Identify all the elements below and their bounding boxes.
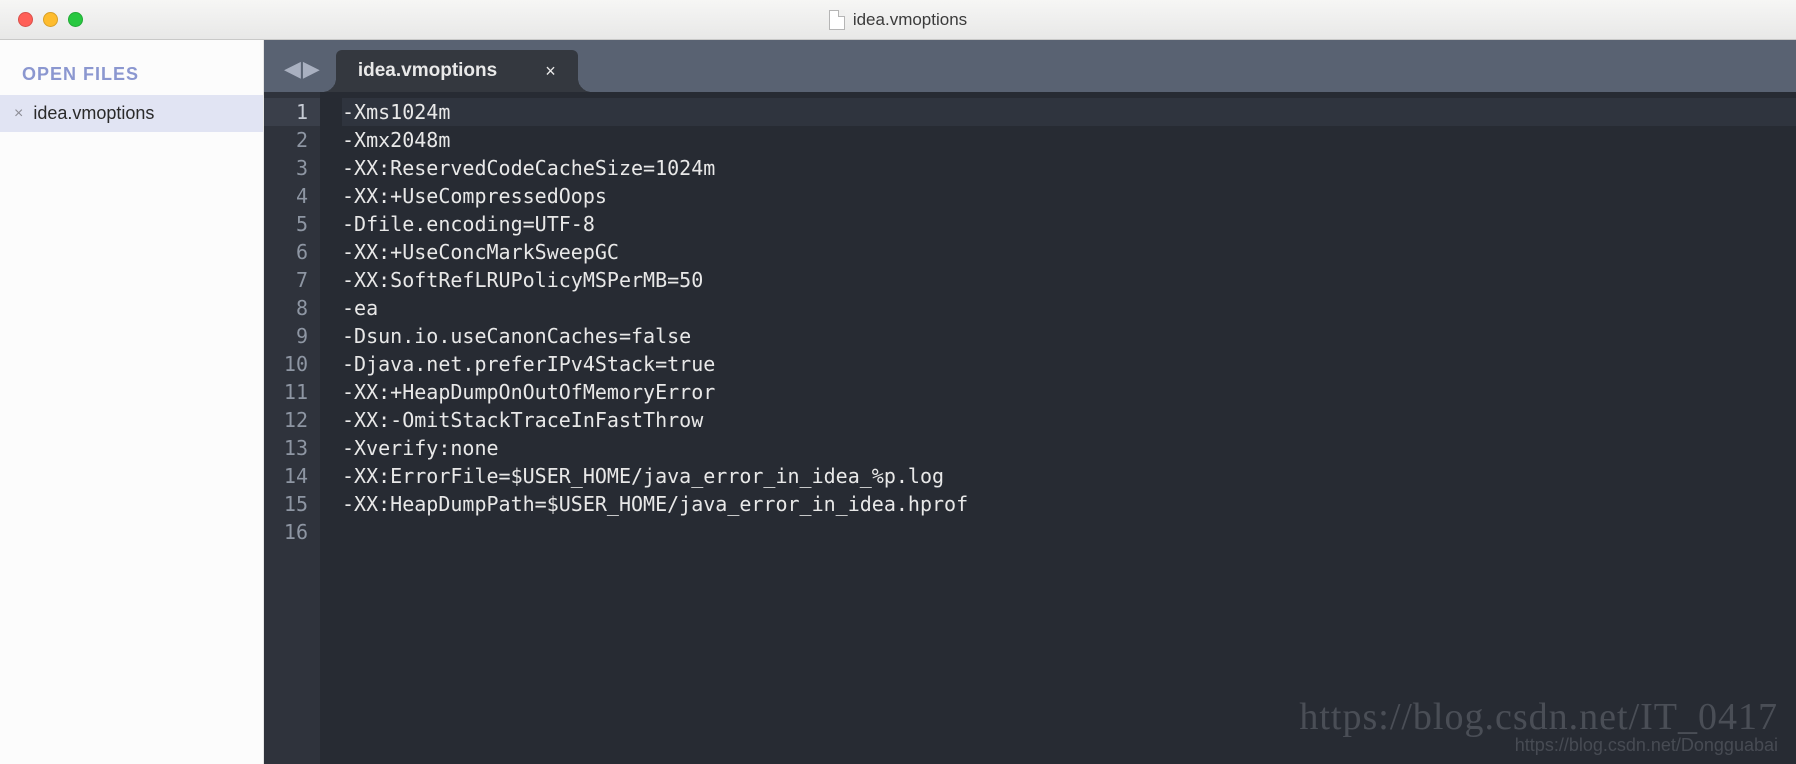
nav-back-icon[interactable]: ◀: [284, 58, 301, 80]
close-window-button[interactable]: [18, 12, 33, 27]
nav-forward-icon[interactable]: ▶: [303, 58, 320, 80]
close-icon[interactable]: ×: [14, 106, 23, 122]
code-line[interactable]: -ea: [342, 294, 1796, 322]
line-number: 7: [264, 266, 308, 294]
line-number: 3: [264, 154, 308, 182]
traffic-lights: [0, 12, 83, 27]
window-title: idea.vmoptions: [853, 10, 967, 30]
code-line[interactable]: -XX:SoftRefLRUPolicyMSPerMB=50: [342, 266, 1796, 294]
code-line[interactable]: -Dfile.encoding=UTF-8: [342, 210, 1796, 238]
code-line[interactable]: -XX:ReservedCodeCacheSize=1024m: [342, 154, 1796, 182]
window-titlebar: idea.vmoptions: [0, 0, 1796, 40]
sidebar-item-label: idea.vmoptions: [33, 103, 154, 124]
code-line[interactable]: -Xms1024m: [342, 98, 1796, 126]
code-line[interactable]: -Xverify:none: [342, 434, 1796, 462]
sidebar-item-open-file[interactable]: × idea.vmoptions: [0, 95, 263, 132]
code-editor[interactable]: -Xms1024m-Xmx2048m-XX:ReservedCodeCacheS…: [320, 92, 1796, 764]
zoom-window-button[interactable]: [68, 12, 83, 27]
line-number: 5: [264, 210, 308, 238]
editor-area: ◀ ▶ idea.vmoptions × 1234567891011121314…: [264, 40, 1796, 764]
line-number: 15: [264, 490, 308, 518]
code-line[interactable]: -XX:-OmitStackTraceInFastThrow: [342, 406, 1796, 434]
line-number: 2: [264, 126, 308, 154]
code-line[interactable]: -Djava.net.preferIPv4Stack=true: [342, 350, 1796, 378]
line-number: 10: [264, 350, 308, 378]
minimize-window-button[interactable]: [43, 12, 58, 27]
tab-idea-vmoptions[interactable]: idea.vmoptions ×: [336, 50, 578, 92]
code-line[interactable]: -XX:ErrorFile=$USER_HOME/java_error_in_i…: [342, 462, 1796, 490]
code-line[interactable]: -XX:+HeapDumpOnOutOfMemoryError: [342, 378, 1796, 406]
line-number-gutter: 12345678910111213141516: [264, 92, 320, 764]
line-number: 8: [264, 294, 308, 322]
tab-label: idea.vmoptions: [358, 60, 497, 82]
line-number: 11: [264, 378, 308, 406]
code-line[interactable]: -Dsun.io.useCanonCaches=false: [342, 322, 1796, 350]
editor-body: 12345678910111213141516 -Xms1024m-Xmx204…: [264, 92, 1796, 764]
open-files-sidebar: OPEN FILES × idea.vmoptions: [0, 40, 264, 764]
line-number: 9: [264, 322, 308, 350]
line-number: 13: [264, 434, 308, 462]
tab-bar: ◀ ▶ idea.vmoptions ×: [264, 40, 1796, 92]
line-number: 16: [264, 518, 308, 546]
code-line[interactable]: -XX:+UseCompressedOops: [342, 182, 1796, 210]
line-number: 12: [264, 406, 308, 434]
line-number: 14: [264, 462, 308, 490]
close-icon[interactable]: ×: [545, 61, 556, 82]
main-area: OPEN FILES × idea.vmoptions ◀ ▶ idea.vmo…: [0, 40, 1796, 764]
line-number: 6: [264, 238, 308, 266]
line-number: 1: [264, 98, 320, 126]
code-line[interactable]: -XX:+UseConcMarkSweepGC: [342, 238, 1796, 266]
code-line[interactable]: -XX:HeapDumpPath=$USER_HOME/java_error_i…: [342, 490, 1796, 518]
file-icon: [829, 10, 845, 30]
code-line[interactable]: -Xmx2048m: [342, 126, 1796, 154]
line-number: 4: [264, 182, 308, 210]
sidebar-header: OPEN FILES: [0, 40, 263, 95]
